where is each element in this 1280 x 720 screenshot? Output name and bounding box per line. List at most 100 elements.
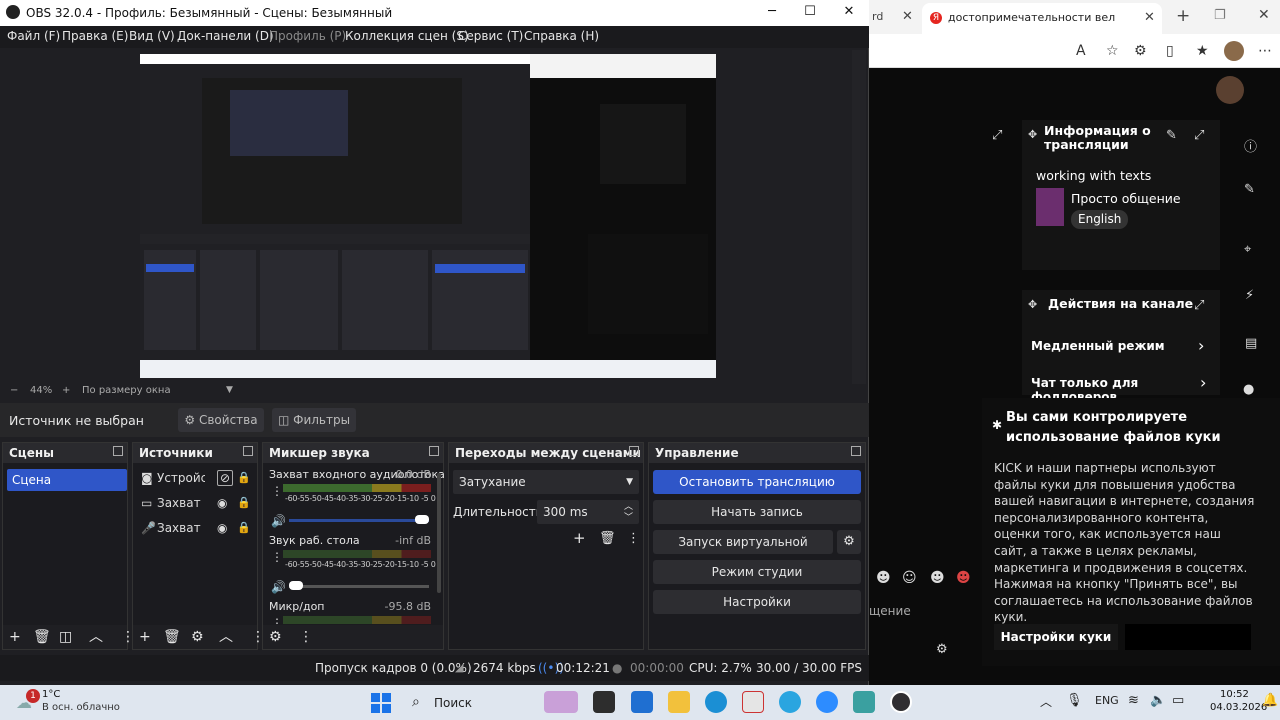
cookie-settings-button[interactable]: Настройки куки bbox=[994, 624, 1118, 650]
menu-scene-collection[interactable]: Коллекция сцен (S) bbox=[345, 29, 469, 43]
obs-taskbar-icon[interactable] bbox=[890, 691, 912, 713]
avatar[interactable] bbox=[1216, 76, 1244, 104]
chat-input-partial[interactable]: щение bbox=[869, 604, 911, 618]
minimize-icon[interactable]: ─ bbox=[762, 4, 782, 19]
start-recording-button[interactable]: Начать запись bbox=[653, 500, 861, 524]
target-icon[interactable]: ⌖ bbox=[1244, 242, 1251, 257]
source-item[interactable]: ▭ Захват экрана ◉ 🔒 bbox=[137, 493, 263, 513]
info-icon[interactable]: ⓘ bbox=[1244, 136, 1257, 155]
language-indicator[interactable]: ENG bbox=[1095, 694, 1119, 707]
document-icon[interactable]: ▤ bbox=[1245, 336, 1257, 351]
add-icon[interactable]: + bbox=[9, 629, 21, 645]
edit-icon[interactable]: ✎ bbox=[1244, 182, 1255, 197]
accept-all-button[interactable] bbox=[1125, 624, 1251, 650]
source-item[interactable]: 🎤 Захват входного аудиопотока ◉ 🔒 bbox=[137, 518, 263, 538]
wifi-icon[interactable]: ≋ bbox=[1128, 693, 1139, 708]
category-name[interactable]: Просто общение bbox=[1071, 191, 1181, 206]
menu-tools[interactable]: Сервис (T) bbox=[458, 29, 523, 43]
volume-icon[interactable]: 🔈 bbox=[1150, 693, 1166, 708]
task-view-icon[interactable] bbox=[593, 691, 615, 713]
eye-icon[interactable]: ◉ bbox=[217, 518, 227, 538]
trash-icon[interactable]: 🗑 bbox=[599, 531, 616, 546]
duration-input[interactable]: 300 ms ︿ ﹀ bbox=[537, 500, 639, 524]
microphone-icon[interactable]: 🎙 bbox=[1066, 693, 1083, 708]
speaker-icon[interactable]: 🔊 bbox=[271, 514, 286, 528]
preview-scrollbar[interactable] bbox=[852, 50, 866, 384]
menu-docks[interactable]: Док-панели (D) bbox=[177, 29, 274, 43]
more-menu-icon[interactable]: ⋯ bbox=[1258, 43, 1272, 59]
trash-icon[interactable]: 🗑 bbox=[163, 629, 181, 645]
lightning-icon[interactable]: ⚡ bbox=[1245, 288, 1254, 303]
settings-gear-icon[interactable]: ⚙ bbox=[936, 642, 948, 657]
telegram-icon[interactable] bbox=[779, 691, 801, 713]
stop-streaming-button[interactable]: Остановить трансляцию bbox=[653, 470, 861, 494]
settings-button[interactable]: Настройки bbox=[653, 590, 861, 614]
filters-button[interactable]: ◫ Фильтры bbox=[272, 408, 356, 432]
speaker-icon[interactable]: 🔊 bbox=[271, 580, 286, 594]
gear-icon[interactable]: ⚙ bbox=[191, 629, 204, 645]
clock-time[interactable]: 10:52 bbox=[1220, 689, 1249, 700]
close-tab-icon[interactable]: ✕ bbox=[1144, 10, 1155, 25]
extensions-icon[interactable]: ⚙ bbox=[1134, 43, 1147, 59]
taskbar-search[interactable]: ⌕ Поиск bbox=[404, 691, 532, 715]
source-item[interactable]: ◙ Устройство захвата ⊘ 🔒 bbox=[137, 468, 263, 488]
clock-date[interactable]: 04.03.2026 bbox=[1210, 702, 1267, 713]
more-icon[interactable]: ⋮ bbox=[627, 531, 640, 546]
emote-icon[interactable]: ☻ bbox=[956, 570, 971, 586]
edit-icon[interactable]: ✎ bbox=[1166, 128, 1177, 143]
start-button[interactable] bbox=[371, 693, 391, 713]
virtual-camera-settings-gear-icon[interactable]: ⚙ bbox=[837, 530, 861, 554]
translate-icon[interactable]: A bbox=[1076, 43, 1086, 59]
maximize-icon[interactable]: ☐ bbox=[800, 4, 820, 19]
profile-avatar[interactable] bbox=[1224, 41, 1244, 61]
float-dock-icon[interactable] bbox=[629, 446, 639, 456]
slow-mode-item[interactable]: Медленный режим bbox=[1031, 339, 1165, 353]
emote-icon[interactable]: ☻ bbox=[930, 570, 945, 586]
trash-icon[interactable]: 🗑 bbox=[33, 629, 51, 645]
chevron-up-icon[interactable]: ︿ bbox=[89, 629, 103, 645]
browser-tab-active[interactable]: Я достопримечательности вел ✕ bbox=[922, 3, 1162, 34]
drag-icon[interactable]: ✥ bbox=[1028, 298, 1037, 311]
chevron-up-icon[interactable]: ︿ bbox=[1040, 693, 1052, 710]
hidden-eye-icon[interactable]: ⊘ bbox=[217, 470, 233, 486]
notepad-icon[interactable] bbox=[853, 691, 875, 713]
float-dock-icon[interactable] bbox=[243, 446, 253, 456]
chat-icon[interactable]: ● bbox=[1243, 382, 1254, 397]
filter-icon[interactable]: ◫ bbox=[59, 629, 72, 645]
search-highlight-icon[interactable] bbox=[544, 691, 578, 713]
expand-icon[interactable]: ⤢ bbox=[1194, 298, 1204, 313]
notification-bell-icon[interactable]: 🔔 bbox=[1262, 693, 1278, 708]
close-window-icon[interactable]: ✕ bbox=[1258, 7, 1270, 23]
channel-menu-icon[interactable]: ⋮ bbox=[271, 551, 283, 563]
transition-select[interactable]: Затухание ▼ bbox=[453, 470, 639, 494]
menu-view[interactable]: Вид (V) bbox=[129, 29, 175, 43]
zoom-icon[interactable] bbox=[816, 691, 838, 713]
zoom-out-button[interactable]: − bbox=[10, 385, 18, 396]
channel-menu-icon[interactable]: ⋮ bbox=[271, 485, 283, 497]
close-tab-icon[interactable]: ✕ bbox=[902, 9, 913, 24]
menu-file[interactable]: Файл (F) bbox=[7, 29, 60, 43]
lock-icon[interactable]: 🔒 bbox=[237, 518, 251, 538]
scene-item[interactable]: Сцена bbox=[7, 469, 127, 491]
weather-widget[interactable]: ☁ 1 bbox=[14, 689, 40, 713]
more-icon[interactable]: ⋮ bbox=[299, 629, 313, 645]
volume-slider[interactable] bbox=[289, 585, 429, 588]
float-dock-icon[interactable] bbox=[429, 446, 439, 456]
language-tag[interactable]: English bbox=[1071, 210, 1129, 229]
snipping-tool-icon[interactable] bbox=[742, 691, 764, 713]
close-icon[interactable]: ✕ bbox=[839, 4, 859, 19]
add-icon[interactable]: + bbox=[139, 629, 151, 645]
volume-knob[interactable] bbox=[415, 515, 429, 524]
lock-icon[interactable]: 🔒 bbox=[237, 493, 251, 513]
favorites-bar-icon[interactable]: ★ bbox=[1196, 43, 1209, 59]
float-dock-icon[interactable] bbox=[851, 446, 861, 456]
start-virtual-camera-button[interactable]: Запуск виртуальной камеры bbox=[653, 530, 833, 573]
edge-icon[interactable] bbox=[705, 691, 727, 713]
float-dock-icon[interactable] bbox=[113, 446, 123, 456]
new-tab-icon[interactable]: + bbox=[1176, 6, 1190, 26]
lock-icon[interactable]: 🔒 bbox=[237, 468, 251, 488]
zoom-in-button[interactable]: + bbox=[62, 385, 70, 396]
volume-slider[interactable] bbox=[289, 519, 429, 522]
file-explorer-icon[interactable] bbox=[668, 691, 690, 713]
mixer-scrollbar[interactable] bbox=[437, 473, 441, 593]
